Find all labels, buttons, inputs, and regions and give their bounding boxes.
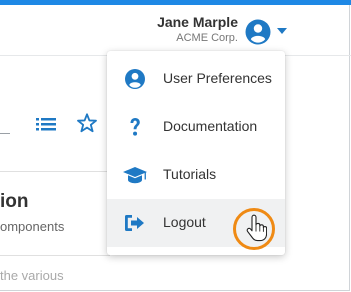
menu-item-label: Documentation bbox=[163, 118, 258, 134]
question-mark-icon bbox=[130, 118, 140, 136]
card-body-text: the various bbox=[0, 268, 64, 283]
menu-item-documentation[interactable]: Documentation bbox=[107, 103, 285, 151]
menu-item-user-preferences[interactable]: User Preferences bbox=[107, 55, 285, 103]
hand-pointer-icon bbox=[246, 214, 267, 242]
chevron-down-icon[interactable] bbox=[277, 28, 287, 34]
user-name[interactable]: Jane Marple bbox=[120, 14, 238, 30]
user-company[interactable]: ACME Corp. bbox=[120, 32, 238, 44]
sign-out-icon bbox=[125, 215, 144, 231]
card-divider bbox=[0, 255, 110, 256]
graduation-cap-icon bbox=[123, 167, 147, 184]
tab-underline bbox=[0, 133, 10, 134]
content-divider bbox=[0, 171, 110, 172]
menu-item-label: Logout bbox=[163, 214, 206, 230]
card-title: ion bbox=[0, 191, 29, 212]
menu-item-label: User Preferences bbox=[163, 70, 272, 86]
user-circle-icon bbox=[125, 69, 145, 89]
menu-item-label: Tutorials bbox=[163, 166, 217, 182]
menu-item-tutorials[interactable]: Tutorials bbox=[107, 151, 285, 199]
list-view-icon[interactable] bbox=[36, 116, 56, 132]
card-subtitle: omponents bbox=[0, 219, 65, 234]
user-avatar-icon[interactable] bbox=[245, 19, 271, 45]
star-icon[interactable] bbox=[76, 112, 98, 134]
